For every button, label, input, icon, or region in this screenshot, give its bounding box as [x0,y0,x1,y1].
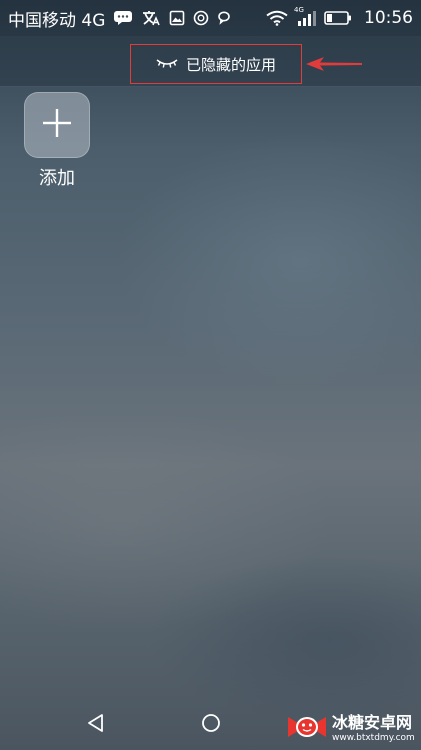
watermark-name: 冰糖安卓网 [332,713,413,732]
home-button[interactable] [196,710,226,740]
annotation-arrow-icon [306,56,364,76]
battery-icon [324,10,352,26]
status-left: 中国移动 4G [8,0,231,36]
add-app-tile[interactable]: 添加 [24,92,90,190]
carrier-label: 中国移动 4G [8,10,106,31]
candy-logo-icon [286,712,328,746]
image-icon [169,10,185,26]
signal-icon: 4G [294,6,316,26]
hidden-apps-header: 已隐藏的应用 [0,36,421,87]
hidden-apps-title-box[interactable]: 已隐藏的应用 [130,44,302,84]
plus-icon [41,107,73,143]
watermark-url: www.btxtdmy.com [332,733,415,743]
screen: 中国移动 4G 4G 10:56 已隐藏的应用 添加 冰糖安卓网 www.btx… [0,0,421,750]
message-icon [113,10,133,26]
back-icon [85,712,107,738]
translate-icon [141,9,161,27]
wifi-icon [266,10,288,26]
home-icon [200,712,222,738]
eye-closed-icon [156,57,178,71]
app-icon [193,10,209,26]
status-bar: 中国移动 4G 4G 10:56 [0,0,421,36]
status-time: 10:56 [364,8,413,28]
watermark: 冰糖安卓网 www.btxtdmy.com [286,710,418,748]
back-button[interactable] [81,710,111,740]
hidden-apps-title: 已隐藏的应用 [185,55,276,74]
watermark-text: 冰糖安卓网 www.btxtdmy.com [332,715,415,743]
chat-icon [217,10,231,26]
add-button[interactable] [24,92,90,158]
network-badge: 4G [294,6,304,14]
add-label: 添加 [39,168,75,189]
status-right: 4G 10:56 [266,0,413,36]
